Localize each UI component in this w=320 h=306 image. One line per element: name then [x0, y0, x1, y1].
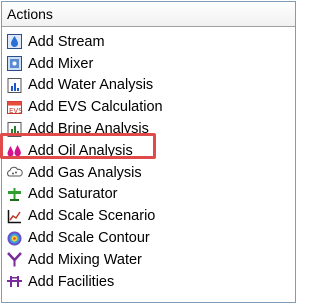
action-label: Add Facilities: [28, 273, 115, 290]
action-item-add-gas-analysis[interactable]: Add Gas Analysis: [2, 162, 295, 184]
action-item-add-saturator[interactable]: Add Saturator: [2, 184, 295, 206]
svg-text:EVS: EVS: [9, 107, 23, 115]
action-item-add-scale-contour[interactable]: Add Scale Contour: [2, 227, 295, 249]
action-label: Add EVS Calculation: [28, 99, 163, 116]
action-label: Add Mixer: [28, 55, 94, 72]
action-item-add-mixing-water[interactable]: Add Mixing Water: [2, 249, 295, 271]
stream-icon: [6, 33, 23, 50]
action-label: Add Oil Analysis: [28, 142, 133, 159]
scale-scenario-icon: [6, 208, 23, 225]
mixer-icon: [6, 55, 23, 72]
scale-contour-icon: [6, 230, 23, 247]
action-label: Add Water Analysis: [28, 77, 154, 94]
facilities-icon: [6, 273, 23, 290]
actions-list: Add Stream Add Mixer Add Water Analysis …: [2, 27, 295, 293]
action-label: Add Stream: [28, 33, 105, 50]
action-label: Add Brine Analysis: [28, 121, 149, 138]
oil-analysis-icon: [6, 142, 23, 159]
action-item-add-oil-analysis[interactable]: Add Oil Analysis: [2, 140, 295, 162]
action-item-add-facilities[interactable]: Add Facilities: [2, 271, 295, 293]
action-label: Add Gas Analysis: [28, 164, 142, 181]
action-item-add-mixer[interactable]: Add Mixer: [2, 53, 295, 75]
action-item-add-evs-calculation[interactable]: EVS Add EVS Calculation: [2, 96, 295, 118]
action-label: Add Mixing Water: [28, 251, 142, 268]
water-analysis-icon: [6, 77, 23, 94]
mixing-water-icon: [6, 251, 23, 268]
action-item-add-water-analysis[interactable]: Add Water Analysis: [2, 75, 295, 97]
actions-header: Actions: [2, 2, 295, 27]
action-label: Add Scale Contour: [28, 230, 150, 247]
actions-panel: Actions Add Stream Add Mixer Add Water A…: [1, 1, 296, 303]
action-item-add-stream[interactable]: Add Stream: [2, 31, 295, 53]
evs-calculation-icon: EVS: [6, 99, 23, 116]
saturator-icon: [6, 186, 23, 203]
action-item-add-brine-analysis[interactable]: Add Brine Analysis: [2, 118, 295, 140]
action-label: Add Scale Scenario: [28, 208, 156, 225]
action-item-add-scale-scenario[interactable]: Add Scale Scenario: [2, 205, 295, 227]
brine-analysis-icon: [6, 121, 23, 138]
gas-analysis-icon: [6, 164, 23, 181]
action-label: Add Saturator: [28, 186, 118, 203]
